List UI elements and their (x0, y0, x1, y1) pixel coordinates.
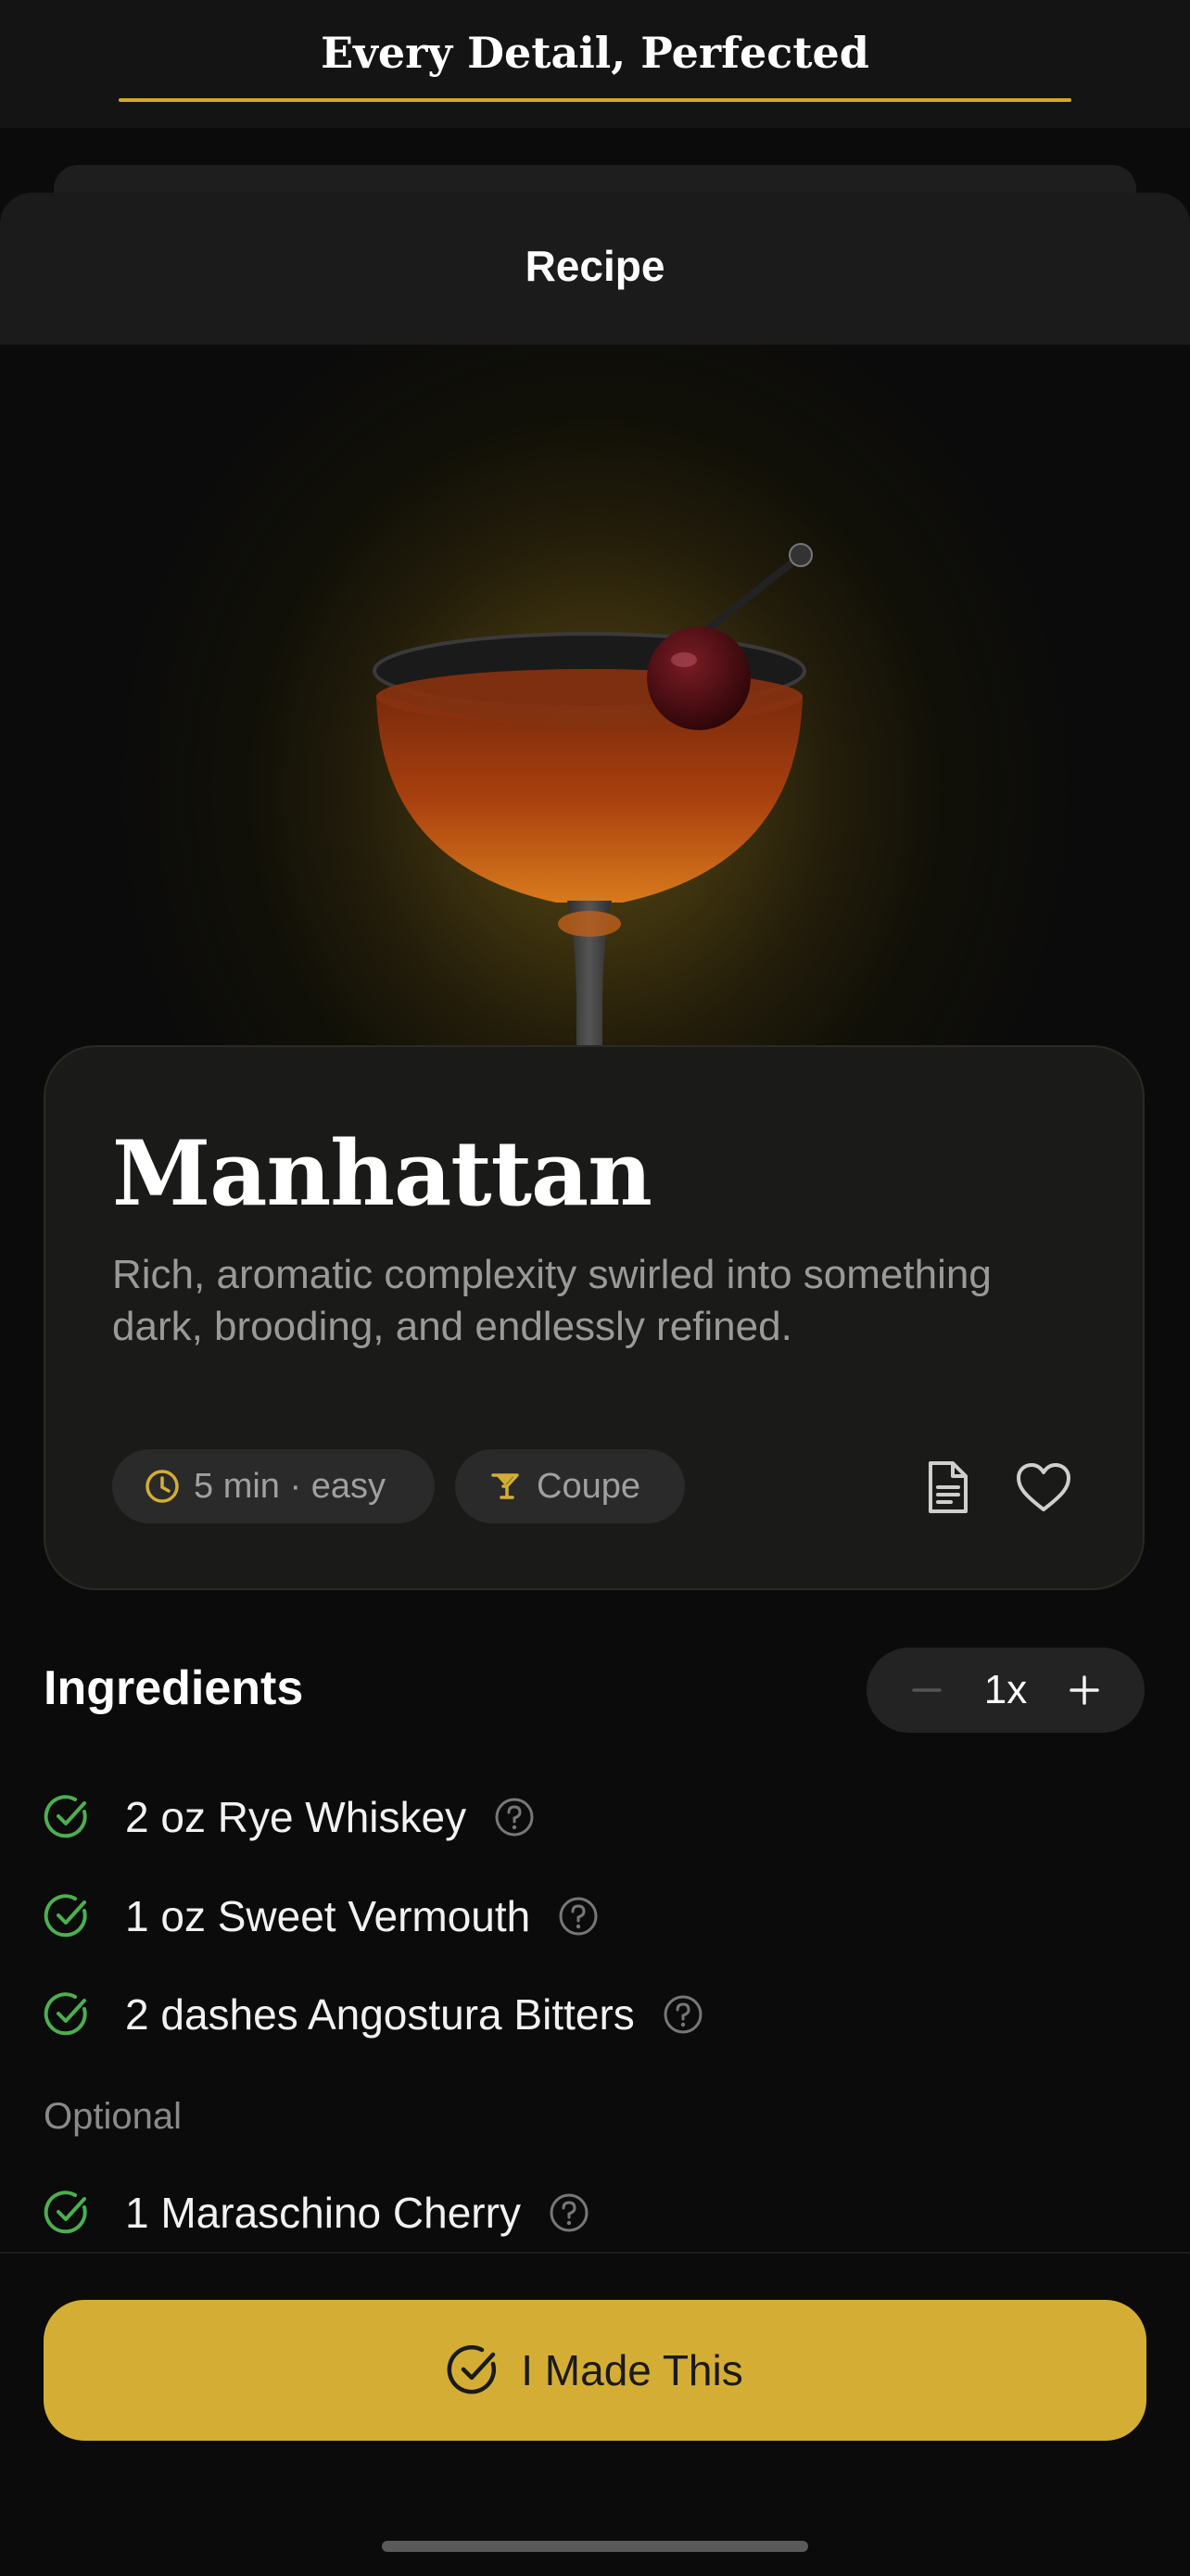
ingredient-label: 1 oz Sweet Vermouth (125, 1892, 531, 1940)
sheet-header: Recipe (0, 193, 1190, 345)
glass-type-label: Coupe (537, 1466, 640, 1506)
time-difficulty-chip: 5 min · easy (112, 1449, 435, 1523)
bottom-action-bar: I Made This (0, 2252, 1190, 2576)
time-difficulty-label: 5 min · easy (194, 1466, 386, 1506)
heart-icon (1017, 1463, 1070, 1511)
check-circle-icon (44, 2191, 87, 2234)
document-icon (929, 1461, 968, 1513)
ingredient-row[interactable]: 1 oz Sweet Vermouth (44, 1884, 599, 1949)
sheet-title: Recipe (525, 242, 665, 290)
clock-icon (146, 1470, 179, 1503)
ingredient-row[interactable]: 2 dashes Angostura Bitters (44, 1982, 703, 2047)
ingredient-row[interactable]: 2 oz Rye Whiskey (44, 1785, 535, 1850)
ingredient-label: 2 dashes Angostura Bitters (125, 1990, 635, 2039)
banner-underline (119, 98, 1071, 102)
ingredient-label: 1 Maraschino Cherry (125, 2189, 521, 2237)
help-icon[interactable] (494, 1797, 535, 1837)
plus-icon (1070, 1675, 1099, 1705)
serving-multiplier-value: 1x (983, 1667, 1028, 1712)
ingredient-label: 2 oz Rye Whiskey (125, 1793, 467, 1841)
notes-button[interactable] (915, 1455, 980, 1520)
i-made-this-button[interactable]: I Made This (44, 2300, 1146, 2441)
cocktail-glass-icon (491, 1473, 519, 1499)
top-banner: Every Detail, Perfected (0, 0, 1190, 128)
help-icon[interactable] (558, 1896, 599, 1937)
serving-multiplier-stepper: 1x (867, 1648, 1145, 1733)
help-icon[interactable] (663, 1994, 703, 2035)
home-indicator[interactable] (382, 2541, 808, 2552)
ingredients-heading: Ingredients (44, 1661, 304, 1715)
drink-name: Manhattan (112, 1121, 652, 1226)
check-circle-icon (44, 1992, 87, 2036)
drink-info-card: Manhattan Rich, aromatic complexity swir… (44, 1045, 1145, 1590)
favorite-button[interactable] (1011, 1455, 1076, 1520)
i-made-this-label: I Made This (521, 2346, 743, 2394)
ingredient-row[interactable]: 1 Maraschino Cherry (44, 2180, 589, 2245)
check-circle-icon (447, 2344, 497, 2394)
drink-description: Rich, aromatic complexity swirled into s… (112, 1252, 992, 1349)
check-circle-icon (44, 1795, 87, 1838)
help-icon[interactable] (549, 2192, 589, 2233)
decrease-servings-button[interactable] (894, 1648, 959, 1733)
banner-title: Every Detail, Perfected (321, 28, 869, 78)
minus-icon (912, 1688, 942, 1692)
check-circle-icon (44, 1894, 87, 1938)
glass-type-chip: Coupe (455, 1449, 685, 1523)
optional-section-label: Optional (44, 2096, 182, 2137)
increase-servings-button[interactable] (1052, 1648, 1117, 1733)
